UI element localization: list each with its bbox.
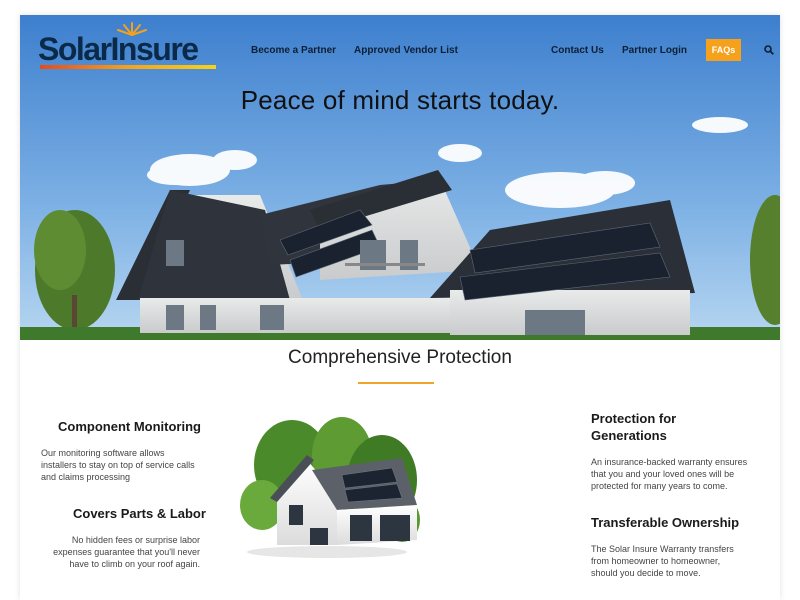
- feature-title-generations: Protection for Generations: [591, 411, 677, 443]
- faq-label: FAQs: [711, 45, 736, 55]
- feature-desc-transferable: The Solar Insure Warranty transfers from…: [591, 544, 734, 578]
- feature-title-transferable: Transferable Ownership: [591, 515, 740, 530]
- feature-desc-parts-labor: No hidden fees or surprise labor expense…: [53, 535, 200, 569]
- hero-banner: SolarInsure Become a Partner Approved Ve…: [20, 15, 780, 340]
- nav-contact-us[interactable]: Contact Us: [551, 45, 604, 56]
- section-title: Comprehensive Protection: [288, 347, 512, 368]
- house-illustration: [240, 417, 420, 558]
- feature-desc-generations: An insurance-backed warranty ensures tha…: [591, 457, 748, 491]
- faq-button[interactable]: FAQs: [706, 39, 741, 61]
- feature-title-component-monitoring: Component Monitoring: [58, 419, 201, 434]
- search-icon[interactable]: [764, 45, 774, 55]
- nav-approved-vendor-list[interactable]: Approved Vendor List: [354, 45, 458, 56]
- logo-underline: [40, 65, 216, 69]
- nav-partner-login[interactable]: Partner Login: [622, 45, 687, 56]
- nav-become-partner[interactable]: Become a Partner: [251, 45, 336, 56]
- feature-desc-component-monitoring: Our monitoring software allows installer…: [41, 448, 195, 482]
- page-frame: SolarInsure Become a Partner Approved Ve…: [20, 15, 780, 600]
- feature-title-parts-labor: Covers Parts & Labor: [73, 506, 206, 521]
- section-divider: [358, 382, 434, 384]
- hero-headline: Peace of mind starts today.: [240, 85, 560, 115]
- logo-text: SolarInsure: [38, 31, 199, 67]
